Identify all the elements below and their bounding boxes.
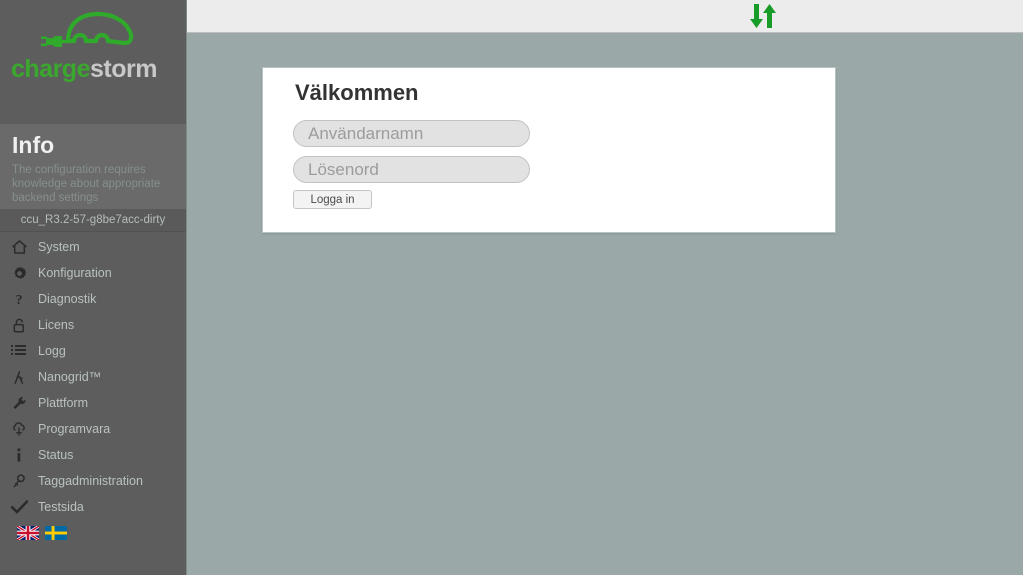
info-title: Info xyxy=(12,132,55,158)
sidebar-item-label: Programvara xyxy=(38,422,111,436)
sidebar-item-label: System xyxy=(38,240,80,254)
logo-wordmark: chargestorm xyxy=(11,55,157,84)
list-icon xyxy=(0,344,38,358)
version-label: ccu_R3.2-57-g8be7acc-dirty xyxy=(0,209,186,232)
sidebar-item-label: Konfiguration xyxy=(38,266,112,280)
svg-text:?: ? xyxy=(15,292,22,307)
sidebar-item-logg[interactable]: Logg xyxy=(0,338,186,364)
content-area: Välkommen Logga in xyxy=(187,34,1023,575)
sweden-flag-icon[interactable] xyxy=(45,526,67,540)
sidebar-item-testsida[interactable]: Testsida xyxy=(0,494,186,520)
sidebar: chargestorm Info The configuration requi… xyxy=(0,0,187,575)
sidebar-item-programvara[interactable]: Programvara xyxy=(0,416,186,442)
language-switcher xyxy=(17,526,67,540)
password-input[interactable] xyxy=(293,156,530,183)
sidebar-item-label: Status xyxy=(38,448,74,462)
data-transfer-arrows-icon[interactable] xyxy=(748,2,778,30)
nanogrid-icon xyxy=(0,370,38,385)
logo-storm-text: storm xyxy=(89,55,157,83)
wrench-icon xyxy=(0,396,38,411)
sidebar-item-diagnostik[interactable]: ? Diagnostik xyxy=(0,286,186,312)
sidebar-item-label: Testsida xyxy=(38,500,84,514)
sidebar-item-konfiguration[interactable]: Konfiguration xyxy=(0,260,186,286)
sidebar-item-plattform[interactable]: Plattform xyxy=(0,390,186,416)
question-mark-icon: ? xyxy=(0,292,38,307)
sidebar-menu: System Konfiguration ? Diagnostik Licens xyxy=(0,232,186,520)
gear-icon xyxy=(0,266,38,281)
login-panel: Välkommen Logga in xyxy=(262,67,836,233)
uk-flag-icon[interactable] xyxy=(17,526,39,540)
page-title: Välkommen xyxy=(295,80,419,105)
sidebar-item-licens[interactable]: Licens xyxy=(0,312,186,338)
info-description: The configuration requires knowledge abo… xyxy=(12,164,161,204)
sidebar-item-label: Plattform xyxy=(38,396,89,410)
sidebar-item-status[interactable]: Status xyxy=(0,442,186,468)
checkmark-icon xyxy=(0,500,38,514)
application-window: chargestorm Info The configuration requi… xyxy=(0,0,1023,575)
home-icon xyxy=(0,240,38,254)
electric-car-plug-icon xyxy=(38,8,158,56)
sidebar-item-nanogrid[interactable]: Nanogrid™ xyxy=(0,364,186,390)
software-cloud-icon xyxy=(0,421,38,437)
sidebar-item-label: Licens xyxy=(38,318,75,332)
top-bar xyxy=(187,0,1023,33)
sidebar-item-label: Diagnostik xyxy=(38,292,97,306)
sidebar-item-label: Logg xyxy=(38,344,66,358)
sidebar-item-system[interactable]: System xyxy=(0,234,186,260)
username-input[interactable] xyxy=(293,120,530,147)
sidebar-item-label: Nanogrid™ xyxy=(38,370,102,384)
key-icon xyxy=(0,473,38,489)
info-i-icon xyxy=(0,447,38,463)
login-button[interactable]: Logga in xyxy=(293,190,372,209)
sidebar-item-taggadministration[interactable]: Taggadministration xyxy=(0,468,186,494)
info-panel: Info The configuration requires knowledg… xyxy=(0,124,186,209)
logo-block[interactable]: chargestorm xyxy=(0,0,186,124)
logo-charge-text: charge xyxy=(11,55,90,83)
unlocked-padlock-icon xyxy=(0,318,38,333)
sidebar-item-label: Taggadministration xyxy=(38,474,143,488)
